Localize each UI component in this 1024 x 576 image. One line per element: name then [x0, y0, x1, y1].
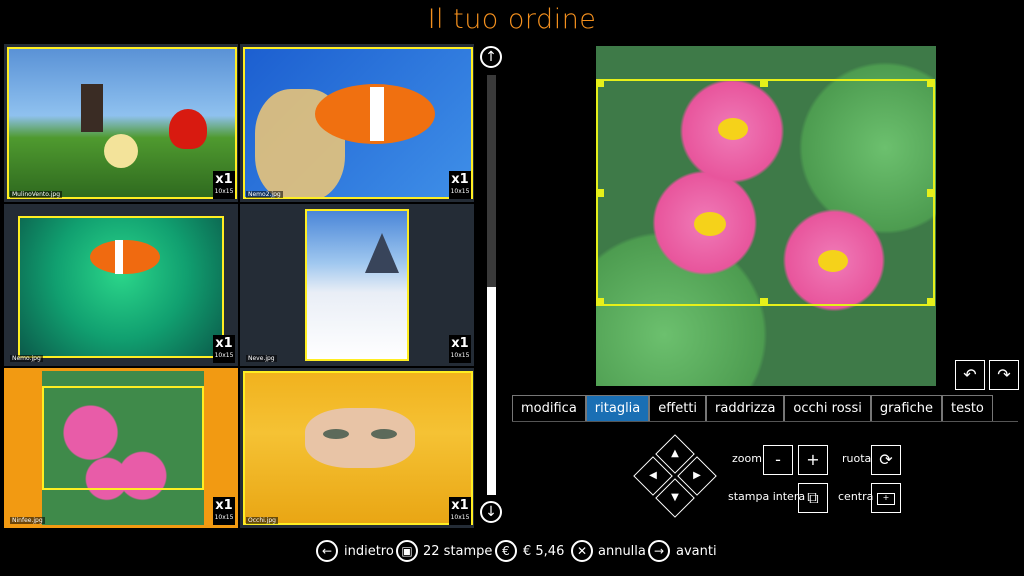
- tab-grafiche[interactable]: grafiche: [870, 395, 942, 421]
- filename-label: Nemo.jpg: [10, 355, 43, 362]
- full-print-label: stampa intera: [728, 490, 806, 503]
- snow-trees: [365, 233, 399, 273]
- format-value: 10x15: [214, 514, 234, 521]
- rotate-left-icon: ↶: [963, 365, 977, 384]
- prints-count: 22 stampe: [423, 544, 493, 559]
- tab-ritaglia[interactable]: ritaglia: [585, 395, 650, 421]
- photo-windmill: [7, 47, 237, 199]
- zoom-out-button[interactable]: -: [763, 445, 793, 475]
- thumbnail-mulinovento[interactable]: MulinoVento.jpg x1 10x15: [4, 44, 238, 202]
- cart-icon[interactable]: €: [495, 540, 517, 562]
- eye-left: [323, 429, 349, 439]
- next-button[interactable]: avanti: [676, 544, 717, 559]
- prints-icon[interactable]: ▣: [396, 540, 418, 562]
- tab-raddrizza[interactable]: raddrizza: [706, 395, 785, 421]
- face: [305, 408, 415, 468]
- crop-handle-tr[interactable]: [927, 79, 935, 87]
- quantity-badge[interactable]: x1 10x15: [213, 335, 235, 363]
- page-title: Il tuo ordine: [427, 4, 597, 35]
- arrow-down-icon: ▼: [671, 492, 679, 503]
- filename-label: Occhi.jpg: [246, 517, 278, 524]
- crop-handle-bl[interactable]: [596, 298, 604, 306]
- tab-occhi-rossi[interactable]: occhi rossi: [784, 395, 871, 421]
- crop-handle-br[interactable]: [927, 298, 935, 306]
- center-button[interactable]: +: [871, 483, 901, 513]
- rotate-right-button[interactable]: ↷: [989, 360, 1019, 390]
- crop-handle-mr[interactable]: [927, 189, 935, 197]
- filename-label: Neve.jpg: [246, 355, 277, 362]
- photo-eyes: [243, 371, 473, 525]
- quantity-badge[interactable]: x1 10x15: [213, 497, 235, 525]
- fish-stripe: [115, 240, 123, 274]
- thumbnail-neve[interactable]: Neve.jpg x1 10x15: [240, 204, 474, 366]
- quantity-value: x1: [215, 172, 233, 187]
- tab-testo[interactable]: testo: [941, 395, 993, 421]
- crop-rectangle[interactable]: [596, 79, 935, 306]
- thumbnail-ninfee[interactable]: Ninfee.jpg x1 10x15: [4, 368, 238, 528]
- center-label: centra: [838, 490, 874, 503]
- zoom-label: zoom: [732, 452, 762, 465]
- crop-icon: ⧉: [807, 488, 819, 507]
- quantity-badge[interactable]: x1 10x15: [449, 171, 471, 199]
- next-icon[interactable]: →: [648, 540, 670, 562]
- crop-handle-bm[interactable]: [760, 298, 768, 306]
- crop-handle-tm[interactable]: [760, 79, 768, 87]
- thumbnail-occhi[interactable]: Occhi.jpg x1 10x15: [240, 368, 474, 528]
- rotate-label: ruota: [842, 452, 872, 465]
- center-icon: +: [877, 492, 895, 505]
- quantity-value: x1: [215, 336, 233, 351]
- quantity-value: x1: [451, 498, 469, 513]
- scroll-up-button[interactable]: ↑: [480, 46, 502, 68]
- quantity-badge[interactable]: x1 10x15: [449, 335, 471, 363]
- photo-preview[interactable]: [596, 46, 936, 386]
- photo-anemone: [18, 216, 224, 358]
- refresh-icon: ⟳: [879, 450, 893, 469]
- format-value: 10x15: [214, 352, 234, 359]
- format-value: 10x15: [450, 514, 470, 521]
- filename-label: Nemo2.jpg: [246, 191, 283, 198]
- bottom-bar: ← indietro ▣ 22 stampe € € 5,46 ✕ annull…: [0, 540, 1024, 566]
- tulip-yellow: [104, 134, 138, 168]
- rotate-crop-button[interactable]: ⟳: [871, 445, 901, 475]
- eye-right: [371, 429, 397, 439]
- scroll-down-button[interactable]: ↓: [480, 501, 502, 523]
- price-total: € 5,46: [523, 544, 565, 559]
- move-dpad: ▲ ◀ ▶ ▼: [633, 434, 717, 518]
- format-value: 10x15: [450, 352, 470, 359]
- editor-tabs: modifica ritaglia effetti raddrizza occh…: [512, 395, 1018, 422]
- fish-body: [90, 240, 160, 274]
- quantity-value: x1: [215, 498, 233, 513]
- back-icon[interactable]: ←: [316, 540, 338, 562]
- thumbnail-nemo2[interactable]: Nemo2.jpg x1 10x15: [240, 44, 474, 202]
- photo-snow: [305, 209, 409, 361]
- format-value: 10x15: [450, 188, 470, 195]
- quantity-value: x1: [451, 172, 469, 187]
- quantity-badge[interactable]: x1 10x15: [449, 497, 471, 525]
- full-print-button[interactable]: ⧉: [798, 483, 828, 513]
- format-value: 10x15: [214, 188, 234, 195]
- rotate-right-icon: ↷: [997, 365, 1011, 384]
- rotate-left-button[interactable]: ↶: [955, 360, 985, 390]
- tab-modifica[interactable]: modifica: [512, 395, 586, 421]
- filename-label: MulinoVento.jpg: [10, 191, 63, 198]
- filename-label: Ninfee.jpg: [10, 517, 45, 524]
- scrollbar[interactable]: [487, 75, 496, 495]
- tab-effetti[interactable]: effetti: [649, 395, 707, 421]
- crop-handle-ml[interactable]: [596, 189, 604, 197]
- tulip-red: [169, 109, 207, 149]
- thumbnail-nemo[interactable]: Nemo.jpg x1 10x15: [4, 204, 238, 366]
- zoom-in-button[interactable]: +: [798, 445, 828, 475]
- quantity-badge[interactable]: x1 10x15: [213, 171, 235, 199]
- photo-clownfish: [243, 47, 473, 199]
- cancel-icon[interactable]: ✕: [571, 540, 593, 562]
- back-button[interactable]: indietro: [344, 544, 394, 559]
- quantity-value: x1: [451, 336, 469, 351]
- scrollbar-thumb[interactable]: [487, 287, 496, 495]
- cancel-button[interactable]: annulla: [598, 544, 646, 559]
- crop-frame: [42, 386, 204, 490]
- fish-stripe: [370, 87, 384, 141]
- windmill-silhouette: [81, 84, 103, 132]
- crop-handle-tl[interactable]: [596, 79, 604, 87]
